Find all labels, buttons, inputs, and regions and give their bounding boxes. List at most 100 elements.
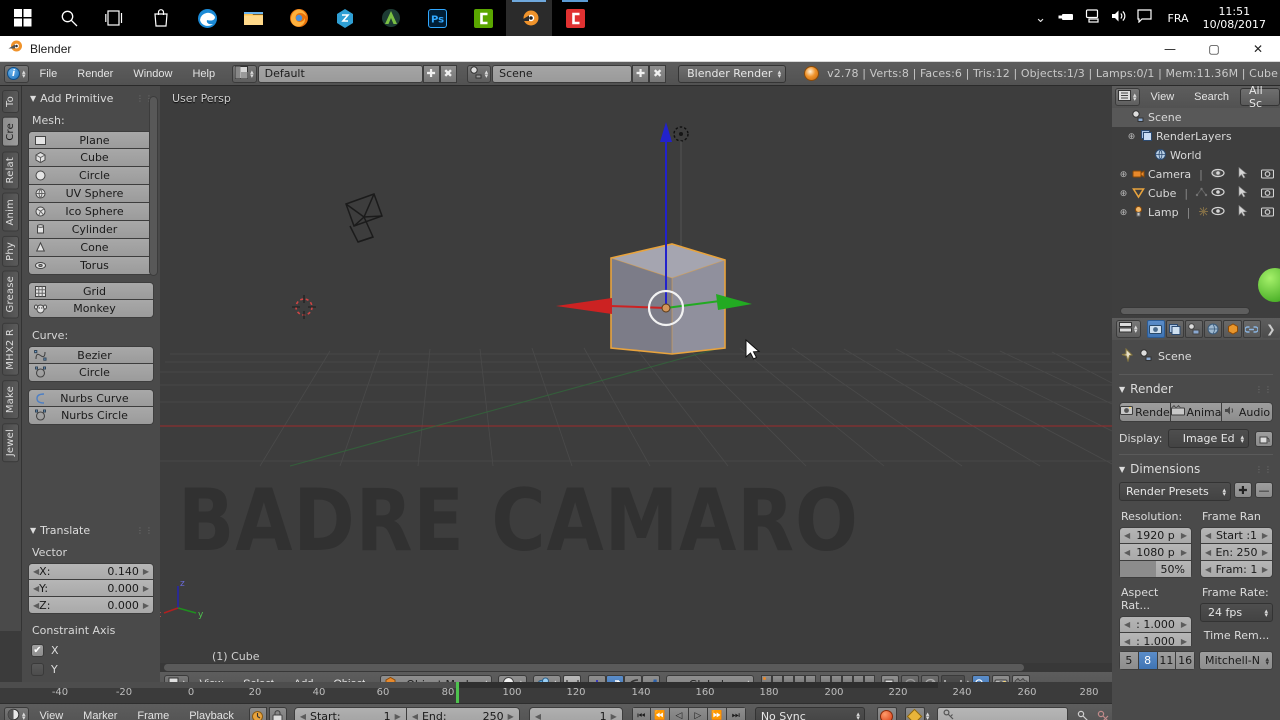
render-camera-icon[interactable] [1260,187,1275,201]
file-explorer-icon[interactable] [230,0,276,36]
cursor-arrow-icon[interactable] [1238,166,1248,182]
editor-type-info-button[interactable]: i ▴ ▾ [4,64,29,83]
timeline-ruler[interactable]: -40 -20 0 20 40 60 80 100 120 140 160 18… [0,682,1112,704]
cursor-arrow-icon[interactable] [1238,204,1248,220]
app-icon-blue[interactable] [322,0,368,36]
screen-layout-field[interactable]: Default [257,64,423,83]
auto-keyframe-button[interactable] [248,707,267,720]
add-ico-sphere-button[interactable]: Ico Sphere [28,203,154,221]
end-frame-field[interactable]: ◀ End: 250 ▶ [406,707,520,720]
tool-tab-make[interactable]: Make [2,379,19,419]
resolution-y-field[interactable]: ◀ 1080 p ▶ [1119,544,1192,561]
eye-icon[interactable] [1211,187,1225,200]
chevron-left-icon[interactable]: ◀ [1124,531,1130,540]
jump-to-end-button[interactable]: ⏭ [726,707,746,720]
properties-tabs-overflow-icon[interactable]: ❯ [1261,320,1280,338]
language-indicator[interactable]: FRA [1158,12,1199,25]
chevron-left-icon[interactable]: ◀ [535,712,541,720]
sync-mode-dropdown[interactable]: No Sync ▴ ▾ [754,707,865,720]
render-presets-dropdown[interactable]: Render Presets ▴ ▾ [1119,482,1231,501]
chevron-left-icon[interactable]: ◀ [1205,565,1211,574]
current-frame-field[interactable]: ◀ 1 ▶ [528,707,623,720]
pin-icon[interactable] [1121,347,1135,365]
add-scene-button[interactable]: ✚ [632,64,650,83]
render-engine-dropdown[interactable]: Blender Render ▴ ▾ [678,64,787,83]
menu-render[interactable]: Render [68,64,122,84]
play-reverse-button[interactable]: ◁ [669,707,689,720]
add-bezier-button[interactable]: Bezier [28,346,154,364]
outliner-row-renderlayers[interactable]: ⊕ RenderLayers [1112,127,1280,146]
outliner-row-lamp[interactable]: ⊕ Lamp | [1112,203,1280,222]
firefox-icon[interactable] [276,0,322,36]
add-cone-button[interactable]: Cone [28,239,154,257]
tool-tab-mhx2-runtime[interactable]: MHX2 R [2,322,19,376]
chevron-right-icon[interactable]: ▶ [1181,548,1187,557]
aa-sample-5[interactable]: 5 [1119,651,1139,670]
properties-tab-constraints[interactable] [1242,320,1261,338]
expander-plus-icon[interactable]: ⊕ [1118,189,1129,199]
clock[interactable]: 11:51 10/08/2017 [1199,5,1274,31]
chevron-right-icon[interactable]: ▶ [143,567,149,576]
eye-icon[interactable] [1211,206,1225,219]
outliner-row-cube[interactable]: ⊕ Cube | [1112,184,1280,203]
outliner-display-mode-dropdown[interactable]: All Sc [1240,86,1280,110]
minimize-button[interactable]: — [1148,36,1192,62]
outliner-menu-view[interactable]: View [1142,87,1184,107]
render-audio-button[interactable]: Audio [1222,402,1273,422]
previous-keyframe-button[interactable]: ⏪ [650,707,670,720]
next-keyframe-button[interactable]: ⏩ [707,707,727,720]
frame-end-field[interactable]: ◀ En: 250 ▶ [1200,544,1273,561]
tool-tab-physics[interactable]: Phy [2,235,19,267]
chevron-left-icon[interactable]: ◀ [1124,548,1130,557]
chevron-right-icon[interactable]: ▶ [611,712,617,720]
aspect-x-field[interactable]: ◀ : 1.000 ▶ [1119,616,1192,633]
flash-drive-icon[interactable] [1054,10,1080,27]
vector-x-field[interactable]: ◀ X: 0.140 ▶ [28,563,154,580]
add-uv-sphere-button[interactable]: UV Sphere [28,185,154,203]
lock-timeline-button[interactable] [268,707,287,720]
timeline-playhead[interactable] [456,682,459,703]
insert-keyframe-button[interactable] [1074,707,1092,720]
aa-sample-16[interactable]: 16 [1176,651,1195,670]
aa-sample-8[interactable]: 8 [1138,651,1158,670]
add-monkey-button[interactable]: Monkey [28,300,154,318]
outliner-menu-search[interactable]: Search [1185,87,1238,107]
chevron-left-icon[interactable]: ◀ [1124,620,1130,629]
delete-scene-button[interactable]: ✖ [649,64,667,83]
microsoft-store-icon[interactable] [138,0,184,36]
lock-interface-button[interactable] [1255,430,1273,447]
chevron-right-icon[interactable]: ▶ [1181,531,1187,540]
cursor-arrow-icon[interactable] [1238,185,1248,201]
chevron-left-icon[interactable]: ◀ [300,712,306,720]
menu-help[interactable]: Help [183,64,224,84]
3d-viewport[interactable]: User Persp z y BADRE CAMARO (1) Cube [160,86,1112,672]
outliner-row-camera[interactable]: ⊕ Camera | [1112,165,1280,184]
timeline-menu-marker[interactable]: Marker [74,706,126,720]
scene-field[interactable]: Scene [492,64,633,83]
outliner-row-scene[interactable]: Scene [1112,108,1280,127]
properties-tab-object[interactable] [1223,320,1242,338]
chevron-updown-icon[interactable]: ▴▾ [926,711,930,720]
delete-layout-button[interactable]: ✖ [439,64,457,83]
photoshop-icon[interactable]: Ps [414,0,460,36]
aa-sample-11[interactable]: 11 [1157,651,1177,670]
constraint-axis-y[interactable]: Y [28,660,154,679]
app-icon-red-c[interactable] [552,0,598,36]
chevron-right-icon[interactable]: ▶ [1262,548,1268,557]
add-grid-button[interactable]: Grid [28,282,154,300]
scrollbar-thumb[interactable] [164,664,1024,671]
render-animation-button[interactable]: Anima [1171,402,1222,422]
chevron-right-icon[interactable]: ▶ [1262,565,1268,574]
aa-filter-dropdown[interactable]: Mitchell-N ▴ ▾ [1199,651,1273,670]
volume-icon[interactable] [1106,9,1132,27]
properties-tab-scene[interactable] [1184,320,1204,338]
render-panel-header[interactable]: ▼ Render ⋮⋮ [1119,379,1273,402]
render-camera-icon[interactable] [1260,168,1275,182]
tool-tab-relations[interactable]: Relat [2,150,19,190]
render-image-button[interactable]: Rende [1119,402,1171,422]
add-layout-button[interactable]: ✚ [422,64,440,83]
vector-y-field[interactable]: ◀ Y: 0.000 ▶ [28,580,154,597]
frame-start-field[interactable]: ◀ Start :1 ▶ [1200,527,1273,544]
add-cylinder-button[interactable]: Cylinder [28,221,154,239]
scene-icon-button[interactable]: ▴ ▾ [466,64,492,83]
